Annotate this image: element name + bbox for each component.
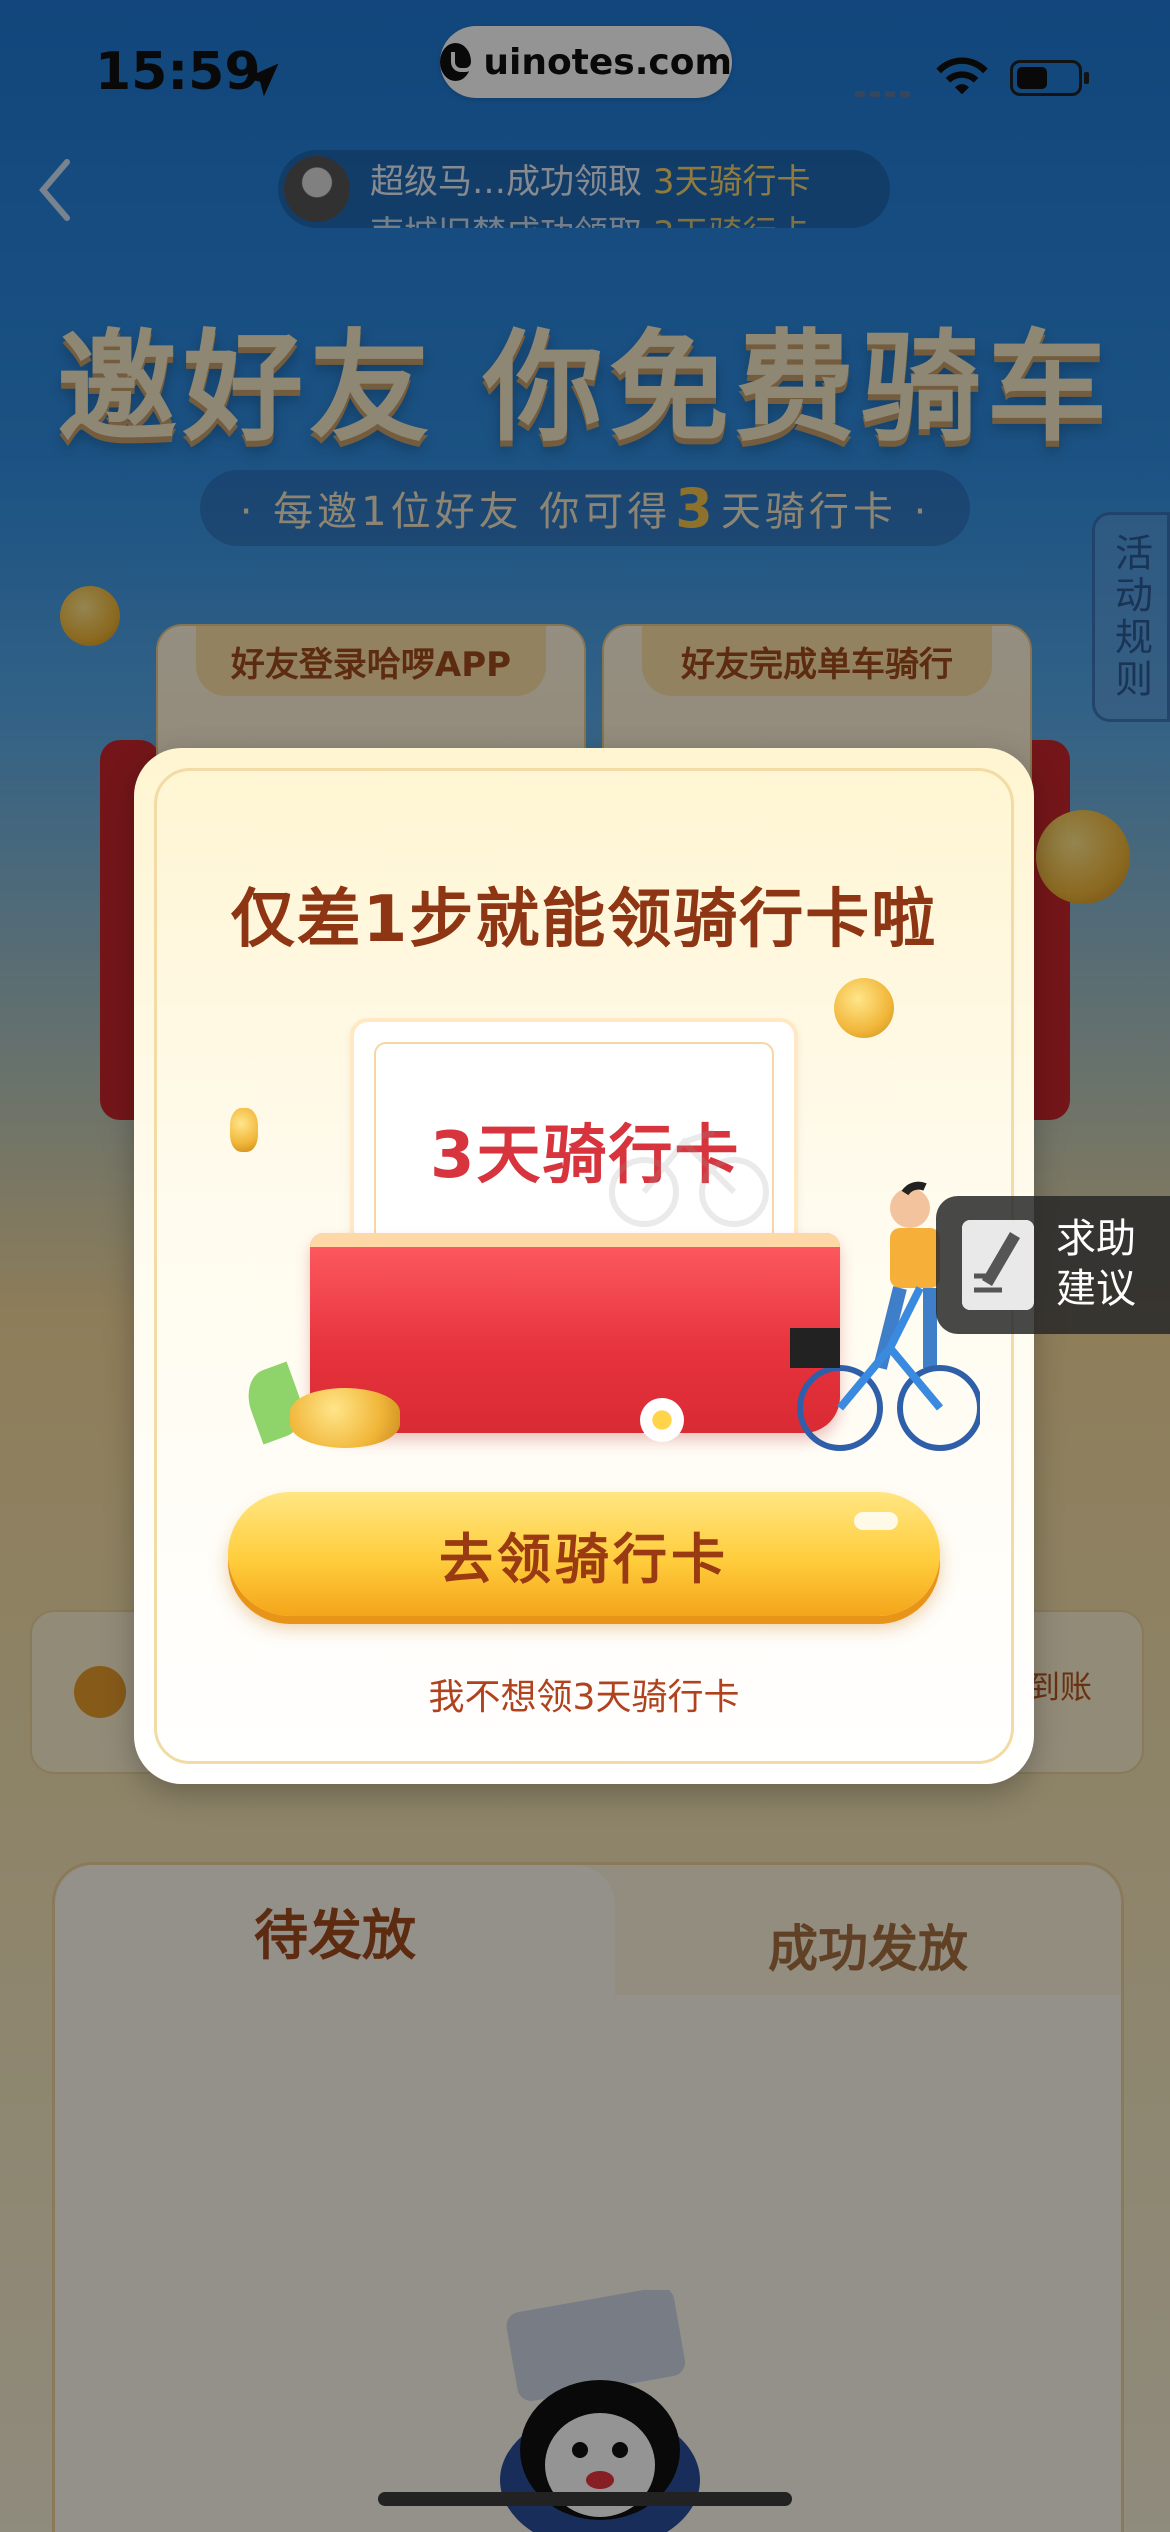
- decline-link[interactable]: 我不想领3天骑行卡: [134, 1668, 1034, 1720]
- coin-stack-icon: [290, 1388, 400, 1448]
- help-label: 求助 建议: [1056, 1214, 1136, 1314]
- bike-watermark-icon: [609, 1129, 769, 1227]
- claim-card-modal: 仅差1步就能领骑行卡啦 3天骑行卡 去领骑行卡 我不想领3天骑行卡: [134, 748, 1034, 1784]
- home-indicator[interactable]: [378, 2492, 792, 2506]
- button-shine: [854, 1512, 898, 1530]
- claim-card-button[interactable]: 去领骑行卡: [228, 1492, 940, 1616]
- app-screen: 15:59 uinotes.com 超级马…成功领取 3天骑行卡 南城旧梦成功领…: [0, 0, 1170, 2532]
- riding-card-illustration: 3天骑行卡: [239, 1018, 980, 1478]
- help-line1: 求助: [1056, 1216, 1136, 1262]
- feedback-pencil-icon: [962, 1220, 1034, 1310]
- flower-icon: [640, 1398, 684, 1442]
- help-feedback-button[interactable]: 求助 建议: [936, 1196, 1170, 1334]
- modal-title: 仅差1步就能领骑行卡啦: [230, 883, 938, 957]
- help-line2: 建议: [1056, 1266, 1136, 1312]
- claim-card-label: 去领骑行卡: [439, 1527, 729, 1591]
